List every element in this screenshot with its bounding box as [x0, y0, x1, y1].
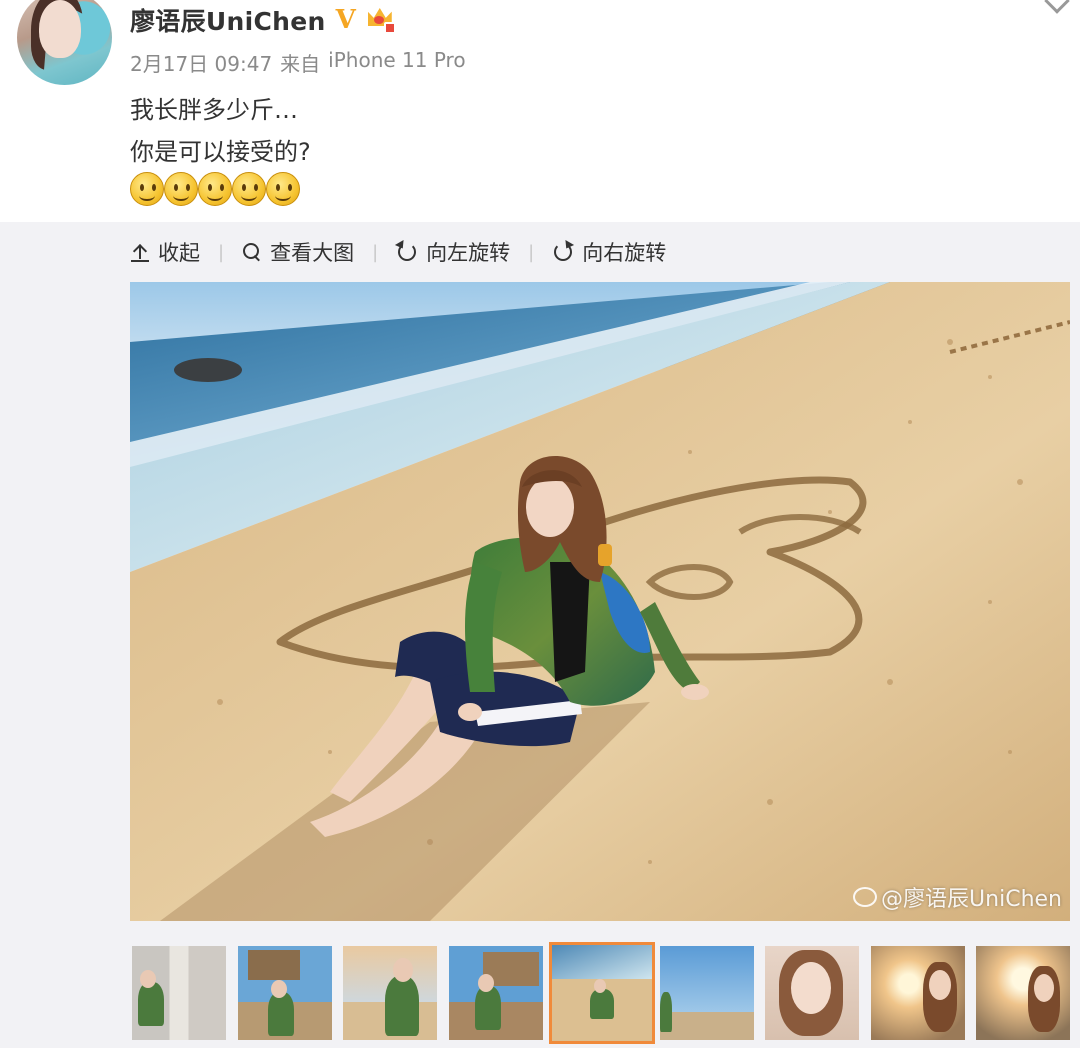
- chevron-down-icon[interactable]: [1044, 0, 1070, 14]
- view-large-button[interactable]: 查看大图: [242, 237, 354, 267]
- media-toolbar: 收起 | 查看大图 | 向左旋转 | 向右旋转: [130, 236, 666, 268]
- username-row: 廖语辰UniChen V: [130, 4, 396, 36]
- rotate-left-label: 向左旋转: [426, 241, 511, 265]
- thumbnail[interactable]: [132, 946, 226, 1040]
- smile-emoji-icon: [130, 172, 164, 206]
- avatar[interactable]: [17, 0, 112, 85]
- media-panel: 收起 | 查看大图 | 向左旋转 | 向右旋转 @廖语辰UniChen: [0, 222, 1080, 1048]
- toolbar-divider: |: [528, 241, 535, 263]
- post-date[interactable]: 2月17日 09:47: [130, 48, 272, 77]
- thumbnail[interactable]: [449, 946, 543, 1040]
- collapse-button[interactable]: 收起: [130, 237, 200, 267]
- thumbnail[interactable]: [660, 946, 754, 1040]
- thumbnail[interactable]: [976, 946, 1070, 1040]
- thumbnail-strip: [130, 942, 1072, 1044]
- thumbnail[interactable]: [871, 946, 965, 1040]
- username[interactable]: 廖语辰UniChen: [130, 2, 326, 38]
- source-prefix: 来自: [280, 52, 321, 76]
- smile-emoji-icon: [232, 172, 266, 206]
- rotate-right-label: 向右旋转: [582, 241, 667, 265]
- smile-emoji-icon: [164, 172, 198, 206]
- post-header: 廖语辰UniChen V 2月17日 09:47 来自 iPhone 11 Pr…: [0, 0, 1080, 222]
- rotate-right-icon: [552, 241, 574, 263]
- watermark-text: @廖语辰UniChen: [881, 887, 1062, 912]
- collapse-icon: [130, 242, 150, 262]
- toolbar-divider: |: [372, 241, 379, 263]
- collapse-label: 收起: [158, 241, 200, 265]
- smile-emoji-icon: [198, 172, 232, 206]
- photo-watermark: @廖语辰UniChen: [853, 881, 1062, 913]
- thumbnail-active[interactable]: [549, 942, 655, 1044]
- rotate-left-button[interactable]: 向左旋转: [396, 237, 510, 267]
- rotate-right-button[interactable]: 向右旋转: [552, 237, 666, 267]
- rotate-left-icon: [396, 241, 418, 263]
- verified-icon: V: [335, 5, 356, 35]
- thumbnail[interactable]: [765, 946, 859, 1040]
- weibo-logo-icon: [853, 887, 878, 907]
- main-photo[interactable]: @廖语辰UniChen: [130, 282, 1070, 921]
- emoji-row: [130, 172, 300, 206]
- post-text-line-1: 我长胖多少斤…: [130, 96, 298, 124]
- thumbnail[interactable]: [343, 946, 437, 1040]
- toolbar-divider: |: [218, 241, 225, 263]
- post-text-line-2: 你是可以接受的?: [130, 138, 311, 166]
- smile-emoji-icon: [266, 172, 300, 206]
- post-meta: 2月17日 09:47 来自 iPhone 11 Pro: [130, 48, 466, 77]
- thumbnail[interactable]: [238, 946, 332, 1040]
- view-large-label: 查看大图: [270, 241, 355, 265]
- search-icon: [242, 242, 262, 262]
- source-device: iPhone 11 Pro: [328, 48, 466, 72]
- member-crown-icon[interactable]: [366, 6, 396, 34]
